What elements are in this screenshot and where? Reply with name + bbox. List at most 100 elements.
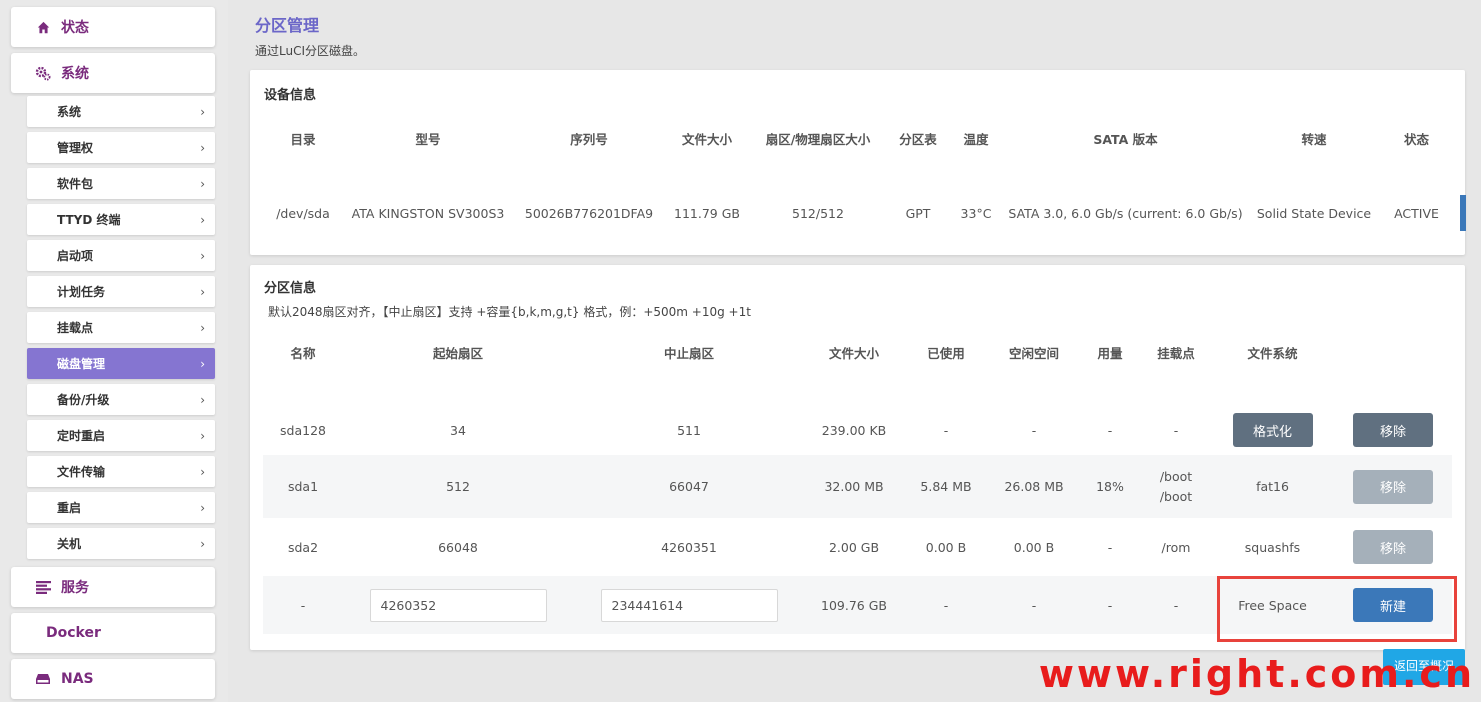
menu-services[interactable]: 服务 [11, 567, 215, 607]
system-submenu: 系统 › 管理权 › 软件包 › TTYD 终端 › 启动项 › 计划任务 › 挂载点 › 磁… [27, 96, 215, 564]
sub-item-system[interactable]: 系统 › [27, 96, 215, 127]
cell-status: ACTIVE [1394, 206, 1439, 221]
chevron-right-icon: › [200, 320, 205, 335]
sub-item-label: 挂载点 [57, 321, 94, 335]
cell-sector-size: 512/512 [792, 206, 844, 221]
remove-button[interactable]: 移除 [1353, 469, 1433, 504]
device-info-title: 设备信息 [264, 88, 317, 103]
header-sector-size: 扇区/物理扇区大小 [765, 131, 871, 147]
cell-mount: - [1173, 597, 1179, 613]
sub-item-backup[interactable]: 备份/升级 › [27, 384, 215, 415]
sub-item-crontab[interactable]: 计划任务 › [27, 276, 215, 307]
cell-model: ATA KINGSTON SV300S3 [351, 206, 505, 221]
sub-item-label: 软件包 [57, 177, 94, 191]
device-row: /dev/sda ATA KINGSTON SV300S3 50026B7762… [264, 158, 1454, 269]
header-temperature: 温度 [963, 131, 989, 147]
cell-size: 32.00 MB [824, 479, 884, 494]
chevron-right-icon: › [200, 212, 205, 227]
menu-services-label: 服务 [61, 580, 89, 596]
sub-item-packages[interactable]: 软件包 › [27, 168, 215, 199]
chevron-right-icon: › [200, 176, 205, 191]
cell-size: 2.00 GB [828, 539, 880, 555]
start-sector-input[interactable]: 4260352 [369, 588, 547, 622]
chevron-right-icon: › [200, 356, 205, 371]
cell-sata-version: SATA 3.0, 6.0 Gb/s (current: 6.0 Gb/s) [1008, 206, 1243, 221]
cell-start: 66048 [438, 539, 478, 555]
sub-item-disk-management[interactable]: 磁盘管理 › [27, 348, 215, 379]
cell-name: sda1 [287, 479, 319, 494]
sub-item-mounts[interactable]: 挂载点 › [27, 312, 215, 343]
cell-name: - [300, 597, 306, 613]
page-description: 通过LuCI分区磁盘。 [255, 44, 365, 58]
end-sector-input[interactable]: 234441614 [600, 588, 778, 622]
header-partition-table: 分区表 [899, 131, 937, 147]
header-sata-version: SATA 版本 [1093, 131, 1158, 147]
sub-item-shutdown[interactable]: 关机 › [27, 528, 215, 559]
menu-docker[interactable]: Docker [11, 613, 215, 653]
cell-used: 5.84 MB [920, 479, 972, 494]
cell-usage: - [1107, 539, 1113, 555]
cell-name: sda128 [280, 422, 326, 438]
header-directory: 目录 [290, 131, 316, 147]
menu-status-label: 状态 [61, 20, 89, 36]
device-info-table: 目录 型号 序列号 文件大小 扇区/物理扇区大小 分区表 温度 SATA 版本 … [264, 118, 1454, 269]
format-button[interactable]: 格式化 [1232, 413, 1313, 447]
cell-end: 66047 [669, 479, 709, 494]
cell-used: - [943, 422, 949, 438]
page-title: 分区管理 [255, 16, 320, 35]
cell-usage: 18% [1096, 479, 1124, 494]
remove-button[interactable]: 移除 [1353, 530, 1433, 564]
cell-filesystem: squashfs [1244, 539, 1301, 555]
header-size: 文件大小 [681, 131, 732, 147]
header-actions [1334, 335, 1452, 369]
table-row: sda1 512 66047 32.00 MB 5.84 MB 26.08 MB… [263, 455, 1452, 518]
cell-serial: 50026B776201DFA9 [524, 206, 654, 221]
sub-item-label: 定时重启 [57, 429, 106, 443]
menu-docker-label: Docker [46, 625, 101, 641]
sub-item-startup[interactable]: 启动项 › [27, 240, 215, 271]
header-usage: 用量 [1097, 345, 1123, 361]
chevron-right-icon: › [200, 248, 205, 263]
sub-item-label: 管理权 [57, 141, 94, 155]
sub-item-file-transfer[interactable]: 文件传输 › [27, 456, 215, 487]
sub-item-admin[interactable]: 管理权 › [27, 132, 215, 163]
header-end-sector: 中止扇区 [663, 345, 714, 361]
remove-button[interactable]: 移除 [1353, 413, 1433, 447]
sub-item-label: TTYD 终端 [57, 213, 121, 227]
cell-size: 111.79 GB [674, 206, 740, 221]
header-free-space: 空闲空间 [1008, 345, 1059, 361]
menu-system[interactable]: 系统 [11, 53, 215, 93]
device-info-card: 设备信息 目录 型号 序列号 文件大小 扇区/物理扇区大小 分区表 温度 SAT… [250, 70, 1465, 255]
cell-usage: - [1107, 422, 1113, 438]
gears-icon [35, 65, 51, 81]
cell-end: 511 [677, 422, 701, 438]
header-start-sector: 起始扇区 [432, 345, 483, 361]
cell-used: - [943, 597, 949, 613]
cell-directory: /dev/sda [276, 206, 330, 221]
menu-nas[interactable]: NAS [11, 659, 215, 699]
chevron-right-icon: › [200, 140, 205, 155]
sub-item-label: 文件传输 [57, 465, 106, 479]
header-serial: 序列号 [570, 131, 608, 147]
sub-item-label: 重启 [57, 501, 82, 515]
sub-item-ttyd[interactable]: TTYD 终端 › [27, 204, 215, 235]
list-icon [35, 579, 51, 595]
sidebar: 状态 系统 系统 › 管理权 › 软件包 › TTYD 终端 › 启动项 › 计划任务 › … [0, 0, 228, 702]
chevron-right-icon: › [200, 392, 205, 407]
sub-item-label: 系统 [57, 105, 82, 119]
cell-size: 109.76 GB [821, 597, 887, 613]
chevron-right-icon: › [200, 500, 205, 515]
cell-rotation: Solid State Device [1256, 206, 1372, 221]
sub-item-scheduled-reboot[interactable]: 定时重启 › [27, 420, 215, 451]
sub-item-label: 关机 [57, 537, 82, 551]
sub-item-reboot[interactable]: 重启 › [27, 492, 215, 523]
cell-mount: /rom [1161, 539, 1191, 555]
home-icon [35, 19, 51, 35]
cell-used: 0.00 B [925, 539, 967, 555]
menu-status[interactable]: 状态 [11, 7, 215, 47]
cell-mount: - [1173, 422, 1179, 438]
mount-path: /boot [1159, 488, 1193, 504]
header-model: 型号 [415, 131, 441, 147]
cell-end: 4260351 [661, 539, 717, 555]
cell-mount: /boot /boot [1141, 455, 1211, 518]
